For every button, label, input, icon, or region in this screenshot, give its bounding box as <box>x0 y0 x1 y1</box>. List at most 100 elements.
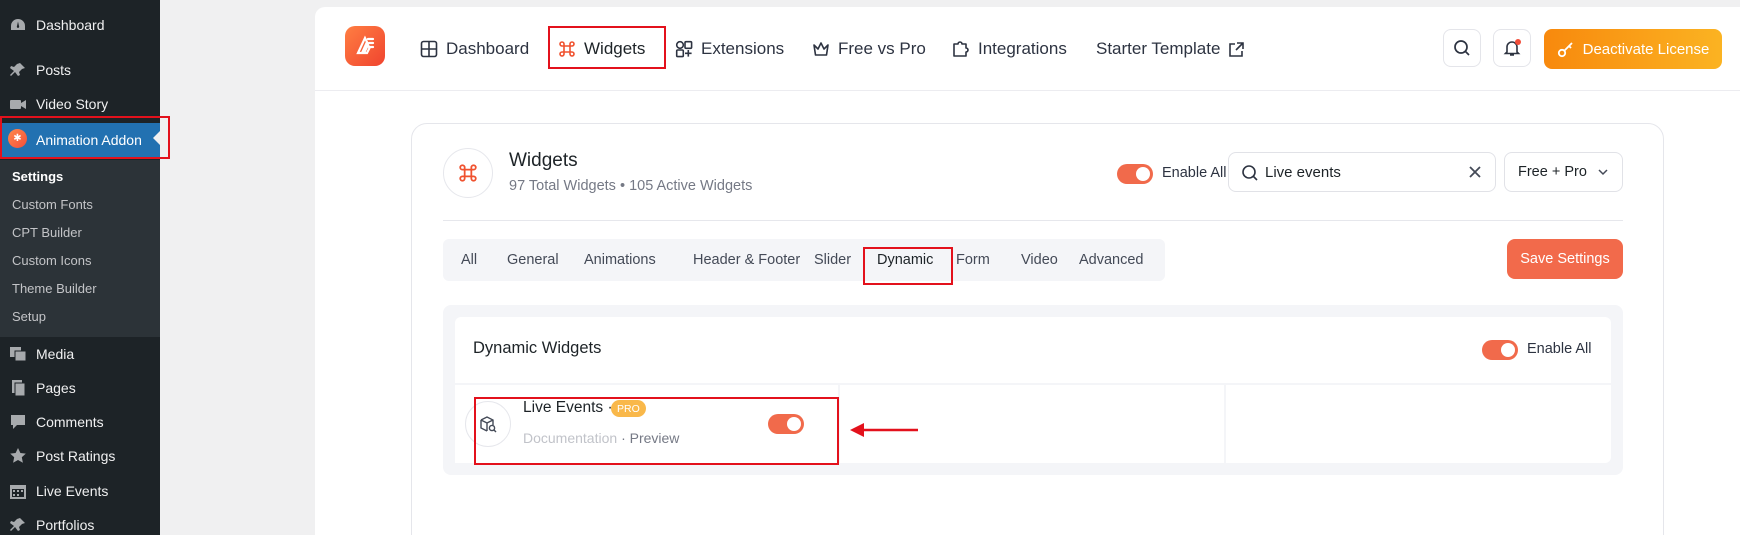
nav-dashboard[interactable]: Dashboard <box>420 32 529 66</box>
comment-icon <box>11 415 25 429</box>
submenu-custom-fonts[interactable]: Custom Fonts <box>12 197 93 212</box>
live-events-toggle[interactable] <box>768 414 804 434</box>
dashboard-icon <box>11 19 25 30</box>
deactivate-license-label: Deactivate License <box>1582 40 1710 58</box>
nav-label: Dashboard <box>446 39 530 58</box>
nav-label: Widgets <box>584 39 646 58</box>
grid-icon <box>420 40 438 58</box>
crown-icon <box>813 42 829 56</box>
nav-widgets[interactable]: Widgets <box>558 32 645 66</box>
sidebar-item-live-events[interactable]: Live Events <box>0 476 160 506</box>
group-title: Dynamic Widgets <box>473 339 602 357</box>
widget-name: Live Events · <box>523 399 613 417</box>
widget-name-text: Live Events <box>523 399 604 416</box>
tab-advanced[interactable]: Advanced <box>1079 239 1144 281</box>
enable-all-label: Enable All <box>1162 165 1227 181</box>
extensions-icon <box>675 40 693 58</box>
pin-icon <box>10 63 25 76</box>
divider <box>443 220 1623 221</box>
calendar-search-icon <box>465 401 511 447</box>
wp-admin-sidebar: Dashboard Posts Video Story ✱ Animation … <box>0 0 161 535</box>
sidebar-item-label: Comments <box>36 414 104 430</box>
search-button[interactable] <box>1443 29 1481 67</box>
widgets-card: Widgets 97 Total Widgets • 105 Active Wi… <box>411 123 1664 535</box>
group-enable-all-toggle[interactable] <box>1482 340 1518 360</box>
plan-filter-value: Free + Pro <box>1518 164 1587 180</box>
page-title: Widgets <box>509 150 578 171</box>
tab-dynamic[interactable]: Dynamic <box>877 239 933 281</box>
tab-slider[interactable]: Slider <box>814 239 851 281</box>
sidebar-item-comments[interactable]: Comments <box>0 407 160 437</box>
submenu-theme-builder[interactable]: Theme Builder <box>12 281 97 296</box>
notifications-button[interactable] <box>1493 29 1531 67</box>
video-icon <box>10 100 26 109</box>
tab-video[interactable]: Video <box>1021 239 1058 281</box>
media-icon <box>10 347 27 362</box>
close-icon[interactable] <box>1467 164 1483 180</box>
sidebar-item-label: Animation Addon <box>36 132 142 148</box>
pin-icon <box>10 518 25 531</box>
submenu-cpt-builder[interactable]: CPT Builder <box>12 225 82 240</box>
star-icon <box>10 448 26 463</box>
notification-dot <box>1515 39 1521 45</box>
widget-links: Documentation · Preview <box>523 430 679 446</box>
submenu-setup[interactable]: Setup <box>12 309 46 324</box>
documentation-link[interactable]: Documentation <box>523 430 617 446</box>
preview-link[interactable]: Preview <box>630 430 680 446</box>
plugin-top-nav: Dashboard Widgets Extensions Free vs Pro… <box>315 7 1740 91</box>
key-icon <box>1557 42 1573 58</box>
nav-label: Extensions <box>701 39 785 58</box>
pages-icon <box>12 380 26 396</box>
nav-integrations[interactable]: Integrations <box>952 32 1067 66</box>
sidebar-item-animation-addon[interactable]: ✱ Animation Addon <box>0 123 161 157</box>
search-icon <box>1454 40 1470 56</box>
arrow-left-icon <box>850 423 918 437</box>
submenu-custom-icons[interactable]: Custom Icons <box>12 253 91 268</box>
submenu-settings[interactable]: Settings <box>12 169 63 184</box>
sidebar-item-posts[interactable]: Posts <box>0 55 160 85</box>
widget-category-tabs: All General Animations Header & Footer S… <box>443 239 1165 281</box>
animation-addon-logo-icon: ✱ <box>8 129 27 148</box>
sidebar-item-label: Pages <box>36 380 76 396</box>
dynamic-widgets-group: Dynamic Widgets Enable All Live Events ·… <box>443 305 1623 475</box>
tab-form[interactable]: Form <box>956 239 990 281</box>
deactivate-license-button[interactable]: Deactivate License <box>1544 29 1722 69</box>
sidebar-item-video-story[interactable]: Video Story <box>0 89 160 119</box>
sidebar-item-label: Posts <box>36 62 72 78</box>
pro-badge: PRO <box>611 400 646 417</box>
tab-general[interactable]: General <box>507 239 559 281</box>
nav-label: Starter Template <box>1096 39 1221 58</box>
tab-all[interactable]: All <box>461 239 477 281</box>
widget-card-live-events: Live Events · PRO Documentation · Previe… <box>455 385 838 463</box>
tab-animations[interactable]: Animations <box>584 239 656 281</box>
sidebar-item-label: Media <box>36 346 75 362</box>
puzzle-icon <box>953 41 969 57</box>
chevron-down-icon <box>1598 169 1608 176</box>
nav-free-vs-pro[interactable]: Free vs Pro <box>812 32 926 66</box>
nav-extensions[interactable]: Extensions <box>675 32 784 66</box>
nav-starter-template[interactable]: Starter Template <box>1096 32 1253 66</box>
plan-filter-select[interactable]: Free + Pro <box>1504 152 1623 192</box>
plugin-main-panel: Dashboard Widgets Extensions Free vs Pro… <box>315 7 1740 535</box>
sidebar-item-dashboard[interactable]: Dashboard <box>0 10 160 40</box>
sidebar-item-label: Portfolios <box>36 517 95 533</box>
tab-header-footer[interactable]: Header & Footer <box>693 239 800 281</box>
sidebar-item-label: Dashboard <box>36 17 105 33</box>
sidebar-item-pages[interactable]: Pages <box>0 373 160 403</box>
search-input[interactable] <box>1265 162 1465 182</box>
widgets-count-subtitle: 97 Total Widgets • 105 Active Widgets <box>509 178 753 194</box>
animation-addon-logo-icon <box>345 26 385 66</box>
link-separator: · <box>621 430 626 446</box>
enable-all-toggle[interactable] <box>1117 164 1153 184</box>
nav-label: Free vs Pro <box>838 39 926 58</box>
nav-label: Integrations <box>978 39 1067 58</box>
widget-search <box>1228 152 1496 192</box>
search-icon <box>1242 165 1258 181</box>
calendar-icon <box>10 485 26 499</box>
sidebar-item-portfolios[interactable]: Portfolios <box>0 510 160 535</box>
sidebar-item-media[interactable]: Media <box>0 339 160 369</box>
sidebar-item-post-ratings[interactable]: Post Ratings <box>0 441 160 471</box>
group-enable-all-label: Enable All <box>1527 341 1592 357</box>
save-settings-button[interactable]: Save Settings <box>1507 239 1623 279</box>
command-icon <box>443 148 493 198</box>
